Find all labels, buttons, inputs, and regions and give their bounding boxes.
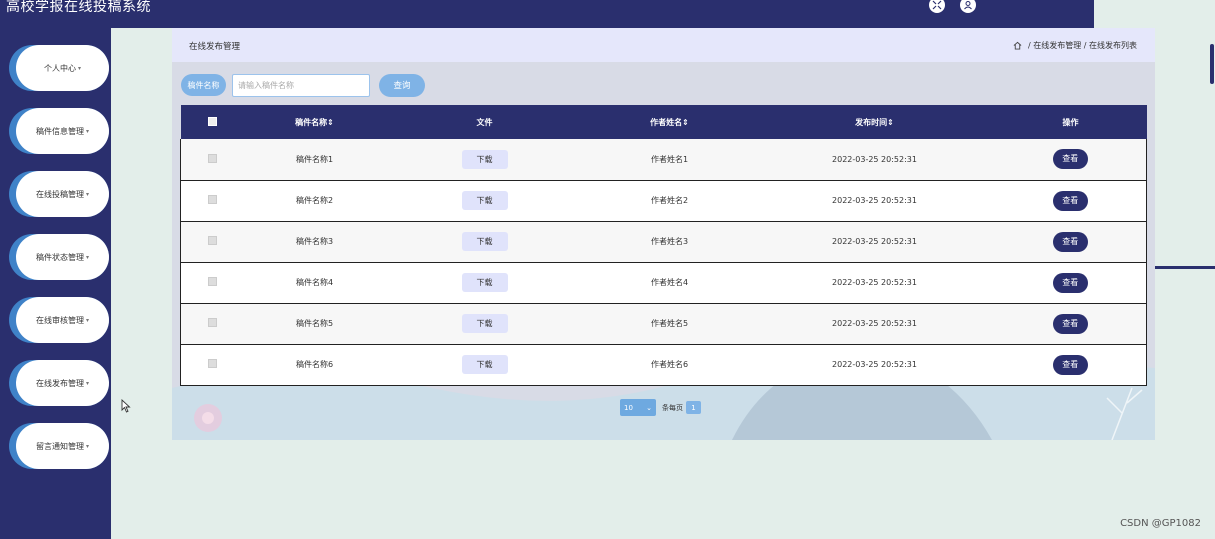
main-panel: 在线发布管理 / 在线发布管理 / 在线发布列表 稿件名称 查询 稿件名称⇕ 文… xyxy=(172,28,1155,440)
column-header[interactable]: 发布时间⇕ xyxy=(755,105,995,139)
chevron-down-icon: ▾ xyxy=(85,127,89,135)
sidebar-item-message-notice[interactable]: 留言通知管理 ▾ xyxy=(9,423,109,469)
chevron-down-icon: ▾ xyxy=(85,190,89,198)
download-button[interactable]: 下载 xyxy=(461,273,508,292)
app-title: 高校学报在线投稿系统 xyxy=(6,0,151,15)
download-button[interactable]: 下载 xyxy=(461,149,508,169)
chevron-down-icon: ▾ xyxy=(85,253,89,261)
breadcrumb-item[interactable]: 在线发布管理 xyxy=(1033,40,1081,51)
download-button[interactable]: 下载 xyxy=(461,355,508,374)
table-row: 稿件名称5 下载 作者姓名5 2022-03-25 20:52:31 查看 xyxy=(180,303,1147,344)
breadcrumb-bar: 在线发布管理 / 在线发布管理 / 在线发布列表 xyxy=(172,28,1155,62)
scrollbar[interactable] xyxy=(1209,0,1215,539)
cell-time: 2022-03-25 20:52:31 xyxy=(832,360,917,369)
view-button[interactable]: 查看 xyxy=(1052,313,1088,334)
column-header: 操作 xyxy=(1062,117,1079,127)
sort-icon: ⇕ xyxy=(682,117,689,127)
table-row: 稿件名称2 下载 作者姓名2 2022-03-25 20:52:31 查看 xyxy=(180,180,1147,221)
row-checkbox[interactable] xyxy=(208,195,218,204)
cell-name: 稿件名称5 xyxy=(295,319,334,328)
cell-time: 2022-03-25 20:52:31 xyxy=(832,319,917,328)
column-header[interactable]: 作者姓名⇕ xyxy=(585,105,755,139)
table-row: 稿件名称4 下载 作者姓名4 2022-03-25 20:52:31 查看 xyxy=(180,262,1147,303)
download-button[interactable]: 下载 xyxy=(461,314,508,333)
pagination: 10 ⌄ 条每页 1 xyxy=(620,399,701,416)
chevron-down-icon: ▾ xyxy=(85,379,89,387)
cell-author: 作者姓名1 xyxy=(650,154,689,164)
sidebar-item-manuscript-info[interactable]: 稿件信息管理 ▾ xyxy=(9,108,109,154)
breadcrumb-item: 在线发布列表 xyxy=(1089,41,1137,50)
page-size-select[interactable]: 10 ⌄ xyxy=(620,399,656,416)
sidebar-item-label: 在线审核管理 xyxy=(35,315,84,325)
table-row: 稿件名称1 下载 作者姓名1 2022-03-25 20:52:31 查看 xyxy=(180,139,1147,180)
page-number[interactable]: 1 xyxy=(686,401,701,414)
cell-name: 稿件名称6 xyxy=(295,360,334,369)
view-button[interactable]: 查看 xyxy=(1052,354,1088,375)
row-checkbox[interactable] xyxy=(208,318,218,327)
sidebar-item-label: 在线投稿管理 xyxy=(35,189,84,199)
view-button[interactable]: 查看 xyxy=(1052,149,1088,170)
table-row: 稿件名称3 下载 作者姓名3 2022-03-25 20:52:31 查看 xyxy=(180,221,1147,262)
cell-author: 作者姓名4 xyxy=(650,278,689,287)
row-checkbox[interactable] xyxy=(208,359,218,368)
fullscreen-icon[interactable] xyxy=(929,0,945,13)
table-header: 稿件名称⇕ 文件 作者姓名⇕ 发布时间⇕ 操作 xyxy=(180,105,1147,139)
cell-time: 2022-03-25 20:52:31 xyxy=(832,154,917,164)
sort-icon: ⇕ xyxy=(887,117,894,127)
scrollbar-thumb[interactable] xyxy=(1210,44,1214,84)
cell-name: 稿件名称3 xyxy=(295,237,334,246)
sidebar-item-online-review[interactable]: 在线审核管理 ▾ xyxy=(9,297,109,343)
download-button[interactable]: 下载 xyxy=(461,191,508,210)
column-header[interactable]: 稿件名称⇕ xyxy=(245,105,385,139)
table-row: 稿件名称6 下载 作者姓名6 2022-03-25 20:52:31 查看 xyxy=(180,344,1147,385)
cell-time: 2022-03-25 20:52:31 xyxy=(832,196,917,205)
cell-author: 作者姓名2 xyxy=(650,196,689,205)
watermark: CSDN @GP1082 xyxy=(1120,518,1201,529)
chevron-down-icon: ▾ xyxy=(77,64,81,72)
row-checkbox[interactable] xyxy=(208,236,218,245)
sidebar: 个人中心 ▾ 稿件信息管理 ▾ 在线投稿管理 ▾ 稿件状态管理 ▾ 在线审核管理 ▾ 在线… xyxy=(0,28,111,539)
cell-name: 稿件名称4 xyxy=(295,278,334,287)
cell-time: 2022-03-25 20:52:31 xyxy=(832,278,917,287)
chevron-down-icon: ⌄ xyxy=(646,403,652,412)
chevron-down-icon: ▾ xyxy=(85,442,89,450)
select-all-checkbox[interactable] xyxy=(208,116,217,126)
view-button[interactable]: 查看 xyxy=(1052,231,1088,252)
mouse-cursor-icon xyxy=(121,399,131,413)
home-icon[interactable] xyxy=(1013,41,1022,50)
column-header: 文件 xyxy=(476,117,493,127)
page-title: 在线发布管理 xyxy=(189,42,241,52)
sidebar-item-label: 在线发布管理 xyxy=(35,378,84,388)
row-checkbox[interactable] xyxy=(208,277,218,286)
sidebar-item-online-publish[interactable]: 在线发布管理 ▾ xyxy=(9,360,109,406)
user-icon[interactable] xyxy=(960,0,976,13)
search-label: 稿件名称 xyxy=(181,74,226,96)
view-button[interactable]: 查看 xyxy=(1052,272,1088,293)
search-button[interactable]: 查询 xyxy=(379,73,425,97)
sidebar-item-online-submission[interactable]: 在线投稿管理 ▾ xyxy=(9,171,109,217)
data-table: 稿件名称⇕ 文件 作者姓名⇕ 发布时间⇕ 操作 稿件名称1 下载 作者姓名1 2… xyxy=(180,105,1147,386)
cell-author: 作者姓名5 xyxy=(650,319,689,328)
top-bar: 高校学报在线投稿系统 xyxy=(0,0,1094,28)
cell-name: 稿件名称2 xyxy=(295,196,334,205)
search-bar: 稿件名称 查询 xyxy=(181,73,425,97)
search-input[interactable] xyxy=(232,73,370,97)
cell-time: 2022-03-25 20:52:31 xyxy=(832,237,917,246)
chevron-down-icon: ▾ xyxy=(85,316,89,324)
view-button[interactable]: 查看 xyxy=(1052,190,1088,211)
sidebar-item-personal-center[interactable]: 个人中心 ▾ xyxy=(9,45,109,91)
sidebar-item-label: 稿件状态管理 xyxy=(35,252,84,262)
cell-author: 作者姓名3 xyxy=(650,237,689,246)
page-size-label: 条每页 xyxy=(662,403,683,412)
sidebar-item-label: 留言通知管理 xyxy=(35,441,84,451)
breadcrumb: / 在线发布管理 / 在线发布列表 xyxy=(1013,40,1137,51)
cell-author: 作者姓名6 xyxy=(650,360,689,369)
cell-name: 稿件名称1 xyxy=(295,154,334,164)
row-checkbox[interactable] xyxy=(208,153,218,163)
sidebar-item-label: 稿件信息管理 xyxy=(35,126,84,136)
download-button[interactable]: 下载 xyxy=(461,232,508,251)
sort-icon: ⇕ xyxy=(327,117,334,127)
sidebar-item-manuscript-status[interactable]: 稿件状态管理 ▾ xyxy=(9,234,109,280)
sidebar-item-label: 个人中心 xyxy=(43,63,76,73)
